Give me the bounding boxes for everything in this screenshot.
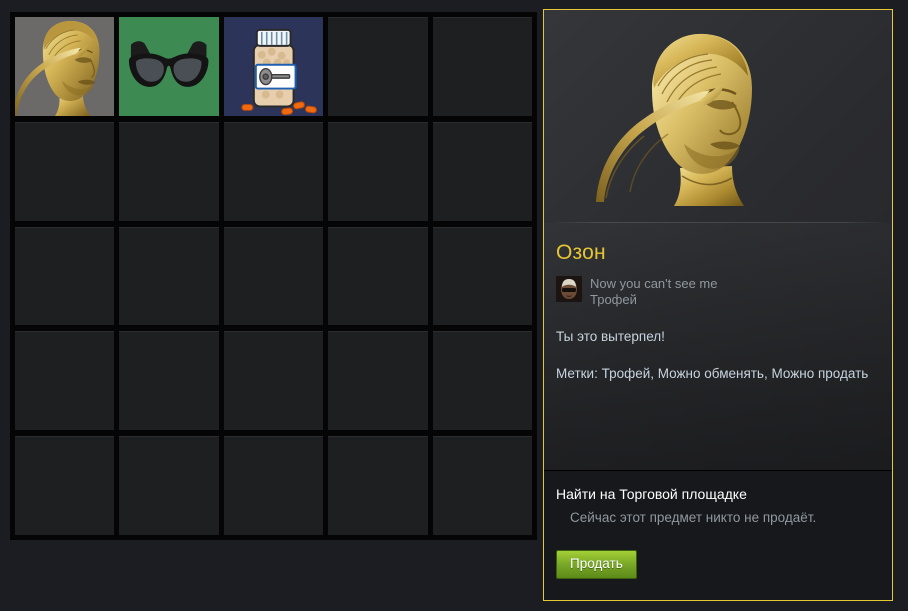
inventory-slot-empty[interactable] (328, 121, 428, 221)
inventory-slot-empty[interactable] (15, 436, 115, 535)
inventory-slot-empty[interactable] (223, 331, 324, 431)
item-info-section: Озон Now you can't see me Трофей Ты это … (544, 223, 892, 470)
market-status-text: Сейчас этот предмет никто не продаёт. (570, 510, 817, 525)
item-tags: Метки: Трофей, Можно обменять, Можно про… (556, 366, 869, 381)
origin-item-type: Трофей (590, 292, 637, 307)
origin-game-name: Now you can't see me (590, 276, 718, 291)
inventory-slot-empty[interactable] (15, 226, 115, 326)
inventory-slot-empty[interactable] (119, 121, 219, 221)
inventory-slot-empty[interactable] (328, 226, 428, 326)
inventory-item-0[interactable] (15, 17, 115, 116)
inventory-slot-empty[interactable] (15, 331, 115, 431)
item-flavor-text: Ты это вытерпел! (556, 329, 665, 344)
game-avatar-icon[interactable] (556, 276, 582, 302)
inventory-item-1[interactable] (119, 17, 219, 116)
pill-bottle-icon (223, 17, 324, 116)
inventory-panel (10, 12, 537, 540)
inventory-slot-empty[interactable] (223, 436, 324, 535)
inventory-slot-empty[interactable] (223, 121, 324, 221)
inventory-slot-empty[interactable] (328, 331, 428, 431)
origin-lines: Now you can't see me Трофей (590, 276, 718, 308)
item-name: Озон (556, 241, 606, 264)
inventory-slot-empty[interactable] (432, 121, 532, 221)
inventory-slot-empty[interactable] (328, 436, 428, 535)
inventory-slot-empty[interactable] (432, 436, 532, 535)
item-hero-image (544, 10, 892, 222)
inventory-slot-empty[interactable] (328, 17, 428, 116)
market-link[interactable]: Найти на Торговой площадке (556, 485, 880, 503)
inventory-slot-empty[interactable] (119, 226, 219, 326)
market-section: Найти на Торговой площадке Сейчас этот п… (544, 470, 892, 600)
inventory-slot-empty[interactable] (432, 331, 532, 431)
gold-bust-salute-icon (15, 17, 115, 116)
sell-button[interactable]: Продать (556, 550, 637, 579)
inventory-slot-empty[interactable] (119, 436, 219, 535)
inventory-slot-empty[interactable] (119, 331, 219, 431)
inventory-slot-empty[interactable] (15, 121, 115, 221)
inventory-grid (15, 17, 532, 535)
inventory-slot-empty[interactable] (432, 17, 532, 116)
inventory-slot-empty[interactable] (223, 226, 324, 326)
item-origin: Now you can't see me Трофей (556, 276, 880, 308)
gold-bust-salute-icon (596, 33, 752, 206)
item-detail-panel: Озон Now you can't see me Трофей Ты это … (543, 9, 893, 601)
inventory-item-2[interactable] (223, 17, 324, 116)
inventory-slot-empty[interactable] (432, 226, 532, 326)
black-sunglasses-icon (119, 17, 219, 116)
